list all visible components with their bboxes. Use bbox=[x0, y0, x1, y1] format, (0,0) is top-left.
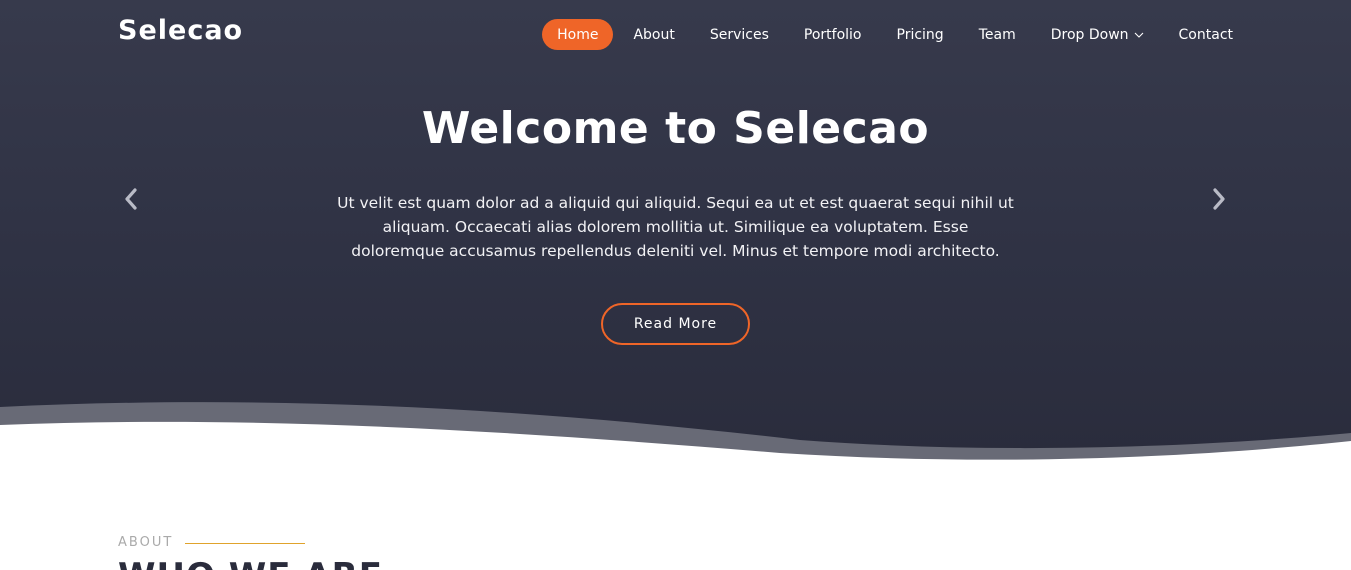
nav-label: Contact bbox=[1178, 26, 1233, 43]
hero-wave bbox=[0, 402, 1351, 460]
read-more-button[interactable]: Read More bbox=[601, 303, 750, 345]
nav-item-services[interactable]: Services bbox=[695, 19, 784, 50]
chevron-right-icon[interactable] bbox=[1204, 185, 1232, 213]
chevron-down-icon bbox=[1134, 32, 1143, 38]
nav-label: Services bbox=[709, 26, 769, 43]
nav-item-about[interactable]: About bbox=[618, 19, 689, 50]
nav-item-home[interactable]: Home bbox=[542, 19, 614, 50]
nav-label: Drop Down bbox=[1050, 26, 1129, 43]
chevron-left-icon[interactable] bbox=[118, 185, 146, 213]
hero-section: Selecao Home About Services Portfolio Pr… bbox=[0, 0, 1351, 460]
nav-label: Home bbox=[557, 26, 599, 43]
nav-item-team[interactable]: Team bbox=[964, 19, 1031, 50]
section-heading: WHO WE ARE bbox=[118, 556, 383, 570]
section-divider bbox=[185, 543, 305, 544]
site-logo[interactable]: Selecao bbox=[118, 15, 243, 46]
read-more-label: Read More bbox=[633, 316, 718, 332]
site-header: Selecao Home About Services Portfolio Pr… bbox=[0, 0, 1351, 68]
nav-item-portfolio[interactable]: Portfolio bbox=[789, 19, 877, 50]
nav-label: About bbox=[633, 26, 675, 43]
nav-label: Portfolio bbox=[803, 26, 862, 43]
nav-item-contact[interactable]: Contact bbox=[1164, 19, 1233, 50]
main-nav: Home About Services Portfolio Pricing Te… bbox=[537, 19, 1233, 50]
nav-label: Team bbox=[978, 26, 1016, 43]
hero-description: Ut velit est quam dolor ad a aliquid qui… bbox=[337, 194, 1014, 260]
nav-item-pricing[interactable]: Pricing bbox=[882, 19, 959, 50]
nav-item-dropdown[interactable]: Drop Down bbox=[1036, 19, 1159, 50]
hero-title: Welcome to Selecao bbox=[421, 103, 930, 154]
section-label: ABOUT bbox=[118, 535, 174, 550]
nav-label: Pricing bbox=[896, 26, 944, 43]
